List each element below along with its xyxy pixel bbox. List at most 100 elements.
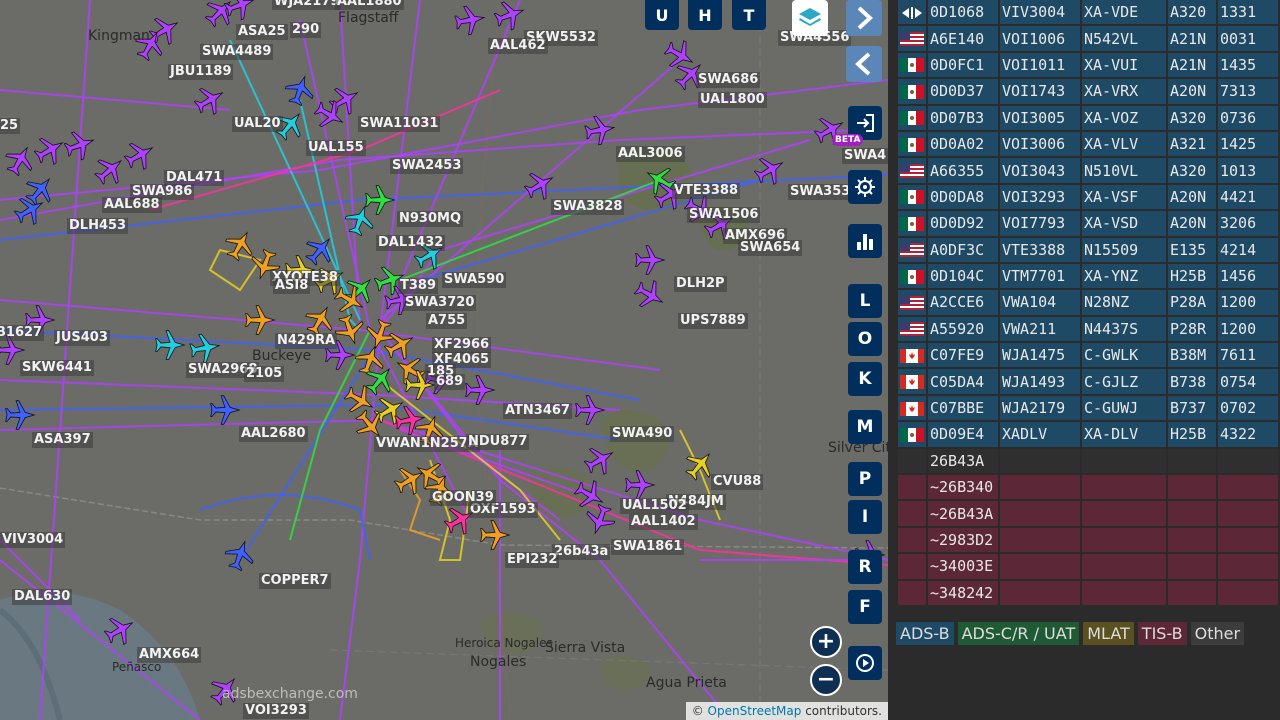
aircraft-marker-icon[interactable] <box>210 395 241 425</box>
aircraft-marker-icon[interactable] <box>635 245 666 275</box>
aircraft-callsign-label[interactable]: SWA4 <box>842 148 888 164</box>
aircraft-callsign-label[interactable]: VWAN1N257A <box>374 436 480 452</box>
aircraft-callsign-label[interactable]: B1627 <box>0 325 45 341</box>
aircraft-marker-icon[interactable] <box>30 130 69 169</box>
table-row[interactable]: 0D09E4 XADLV XA-DLV H25B 4322 <box>898 422 1278 447</box>
collapse-left-button[interactable] <box>846 46 882 82</box>
aircraft-callsign-label[interactable]: VIV3004 <box>0 532 66 548</box>
aircraft-callsign-label[interactable]: AAL2680 <box>239 426 308 442</box>
aircraft-marker-icon[interactable] <box>245 305 276 335</box>
aircraft-marker-icon[interactable] <box>393 403 426 436</box>
aircraft-callsign-label[interactable]: SWA1861 <box>611 539 685 555</box>
layer-l-button[interactable]: L <box>848 284 882 318</box>
replay-button[interactable] <box>848 646 882 680</box>
aircraft-callsign-label[interactable]: COPPER7 <box>259 573 331 589</box>
aircraft-marker-icon[interactable] <box>492 0 529 33</box>
openstreetmap-link[interactable]: OpenStreetMap <box>708 704 802 718</box>
aircraft-callsign-label[interactable]: SWA3828 <box>551 199 625 215</box>
aircraft-marker-icon[interactable] <box>365 185 396 215</box>
aircraft-callsign-label[interactable]: SWA3720 <box>403 295 477 311</box>
table-row[interactable]: A66355 VOI3043 N510VL A320 1013 <box>898 158 1278 183</box>
aircraft-callsign-label[interactable]: UAL1502 <box>620 498 689 514</box>
aircraft-callsign-label[interactable]: DLH2P <box>674 276 727 292</box>
aircraft-callsign-label[interactable]: 2105 <box>244 366 285 382</box>
aircraft-callsign-label[interactable]: JUS403 <box>54 330 110 346</box>
table-row[interactable]: A55920 VWA211 N4437S P28R 1200 <box>898 316 1278 342</box>
aircraft-marker-icon[interactable] <box>342 202 379 239</box>
aircraft-marker-icon[interactable] <box>465 375 496 405</box>
aircraft-callsign-label[interactable]: UAL1800 <box>698 92 767 108</box>
layer-o-button[interactable]: O <box>848 322 882 356</box>
aircraft-marker-icon[interactable] <box>390 460 429 499</box>
aircraft-callsign-label[interactable]: NDU877 <box>466 434 530 450</box>
aircraft-callsign-label[interactable]: VTE3388 <box>672 183 740 199</box>
aircraft-callsign-label[interactable]: ASI8 <box>273 278 311 294</box>
aircraft-marker-icon[interactable] <box>630 275 669 314</box>
aircraft-callsign-label[interactable]: AAL1402 <box>629 514 698 530</box>
aircraft-marker-icon[interactable] <box>5 400 36 430</box>
aircraft-callsign-label[interactable]: SWA353 <box>788 184 853 200</box>
aircraft-callsign-label[interactable]: EPI232 <box>505 552 560 568</box>
aircraft-callsign-label[interactable]: N429RA <box>275 333 338 349</box>
table-row[interactable]: C07FE9 WJA1475 C-GWLK B38M 7611 <box>898 343 1278 368</box>
aircraft-marker-icon[interactable] <box>155 330 186 360</box>
table-row[interactable]: 0D0A02 VOI3006 XA-VLV A321 1425 <box>898 131 1278 157</box>
aircraft-marker-icon[interactable] <box>0 140 39 179</box>
aircraft-marker-icon[interactable] <box>625 470 656 500</box>
layer-f-button[interactable]: F <box>848 590 882 624</box>
table-row[interactable]: ~26B340 <box>898 475 1278 500</box>
aircraft-marker-icon[interactable] <box>750 150 789 189</box>
layer-m-button[interactable]: M <box>848 410 882 444</box>
table-row[interactable]: C05DA4 WJA1493 C-GJLZ B738 0754 <box>898 369 1278 394</box>
layer-r-button[interactable]: R <box>848 550 882 584</box>
aircraft-marker-icon[interactable] <box>282 72 319 109</box>
table-row[interactable]: A6E140 VOI1006 N542VL A21N 0031 <box>898 26 1278 51</box>
aircraft-callsign-label[interactable]: DLH453 <box>67 218 129 234</box>
aircraft-callsign-label[interactable]: A755 <box>426 313 468 329</box>
layer-p-button[interactable]: P <box>848 462 882 496</box>
aircraft-callsign-label[interactable]: AAL462 <box>488 38 548 54</box>
aircraft-callsign-label[interactable]: AAL688 <box>102 197 162 213</box>
table-row[interactable]: ~34003E <box>898 554 1278 579</box>
aircraft-marker-icon[interactable] <box>582 502 619 539</box>
aircraft-callsign-label[interactable]: SWA1506 <box>687 207 761 223</box>
aircraft-callsign-label[interactable]: DAL1432 <box>376 235 446 251</box>
aircraft-marker-icon[interactable] <box>580 440 619 479</box>
aircraft-marker-icon[interactable] <box>300 230 340 270</box>
toggle-t-button[interactable]: T <box>732 0 766 30</box>
aircraft-callsign-label[interactable]: N930MQ <box>397 211 464 227</box>
aircraft-callsign-label[interactable]: 25 <box>0 118 21 134</box>
table-row[interactable]: 0D0DA8 VOI3293 XA-VSF A20N 4421 <box>898 184 1278 210</box>
aircraft-callsign-label[interactable]: CVU88 <box>711 474 764 490</box>
aircraft-callsign-label[interactable]: SWA654 <box>738 240 803 256</box>
aircraft-callsign-label[interactable]: UAL155 <box>306 140 366 156</box>
aircraft-callsign-label[interactable]: GOON39 <box>430 490 496 506</box>
table-row[interactable]: 0D07B3 VOI3005 XA-VOZ A320 0736 <box>898 105 1278 130</box>
aircraft-marker-icon[interactable] <box>453 3 486 36</box>
layers-icon[interactable] <box>792 0 828 36</box>
aircraft-callsign-label[interactable]: 290 <box>290 22 322 38</box>
toggle-u-button[interactable]: U <box>645 0 679 30</box>
aircraft-marker-icon[interactable] <box>100 610 139 649</box>
aircraft-callsign-label[interactable]: T389 <box>398 278 439 294</box>
aircraft-marker-icon[interactable] <box>222 537 259 574</box>
table-row[interactable]: 0D0D92 VOI7793 XA-VSD A20N 3206 <box>898 211 1278 236</box>
aircraft-marker-icon[interactable] <box>90 150 130 190</box>
layer-k-button[interactable]: K <box>848 362 882 396</box>
aircraft-marker-icon[interactable] <box>62 127 99 164</box>
aircraft-callsign-label[interactable]: WJA2179 <box>272 0 342 10</box>
aircraft-callsign-label[interactable]: SWA2453 <box>390 158 464 174</box>
aircraft-callsign-label[interactable]: ATN3467 <box>503 403 572 419</box>
zoom-out-button[interactable]: − <box>810 664 842 696</box>
aircraft-callsign-label[interactable]: UPS7889 <box>678 313 748 329</box>
table-row[interactable]: 26B43A <box>898 448 1278 474</box>
table-row[interactable]: 0D0D37 VOI1743 XA-VRX A20N 7313 <box>898 79 1278 104</box>
aircraft-marker-icon[interactable] <box>190 80 229 119</box>
aircraft-callsign-label[interactable]: SWA686 <box>696 72 761 88</box>
aircraft-callsign-label[interactable]: AAL1880 <box>335 0 404 10</box>
aircraft-callsign-label[interactable]: VOI3293 <box>243 703 309 719</box>
map-view[interactable]: WJA2179 AAL1880 SKW5532 SWA4556 ASA25 290 AAL4… <box>0 0 888 720</box>
table-row[interactable]: 0D1068 VIV3004 XA-VDE A320 1331 <box>898 0 1278 25</box>
layer-i-button[interactable]: I <box>848 500 882 534</box>
table-row[interactable]: ~26B43A <box>898 501 1278 526</box>
